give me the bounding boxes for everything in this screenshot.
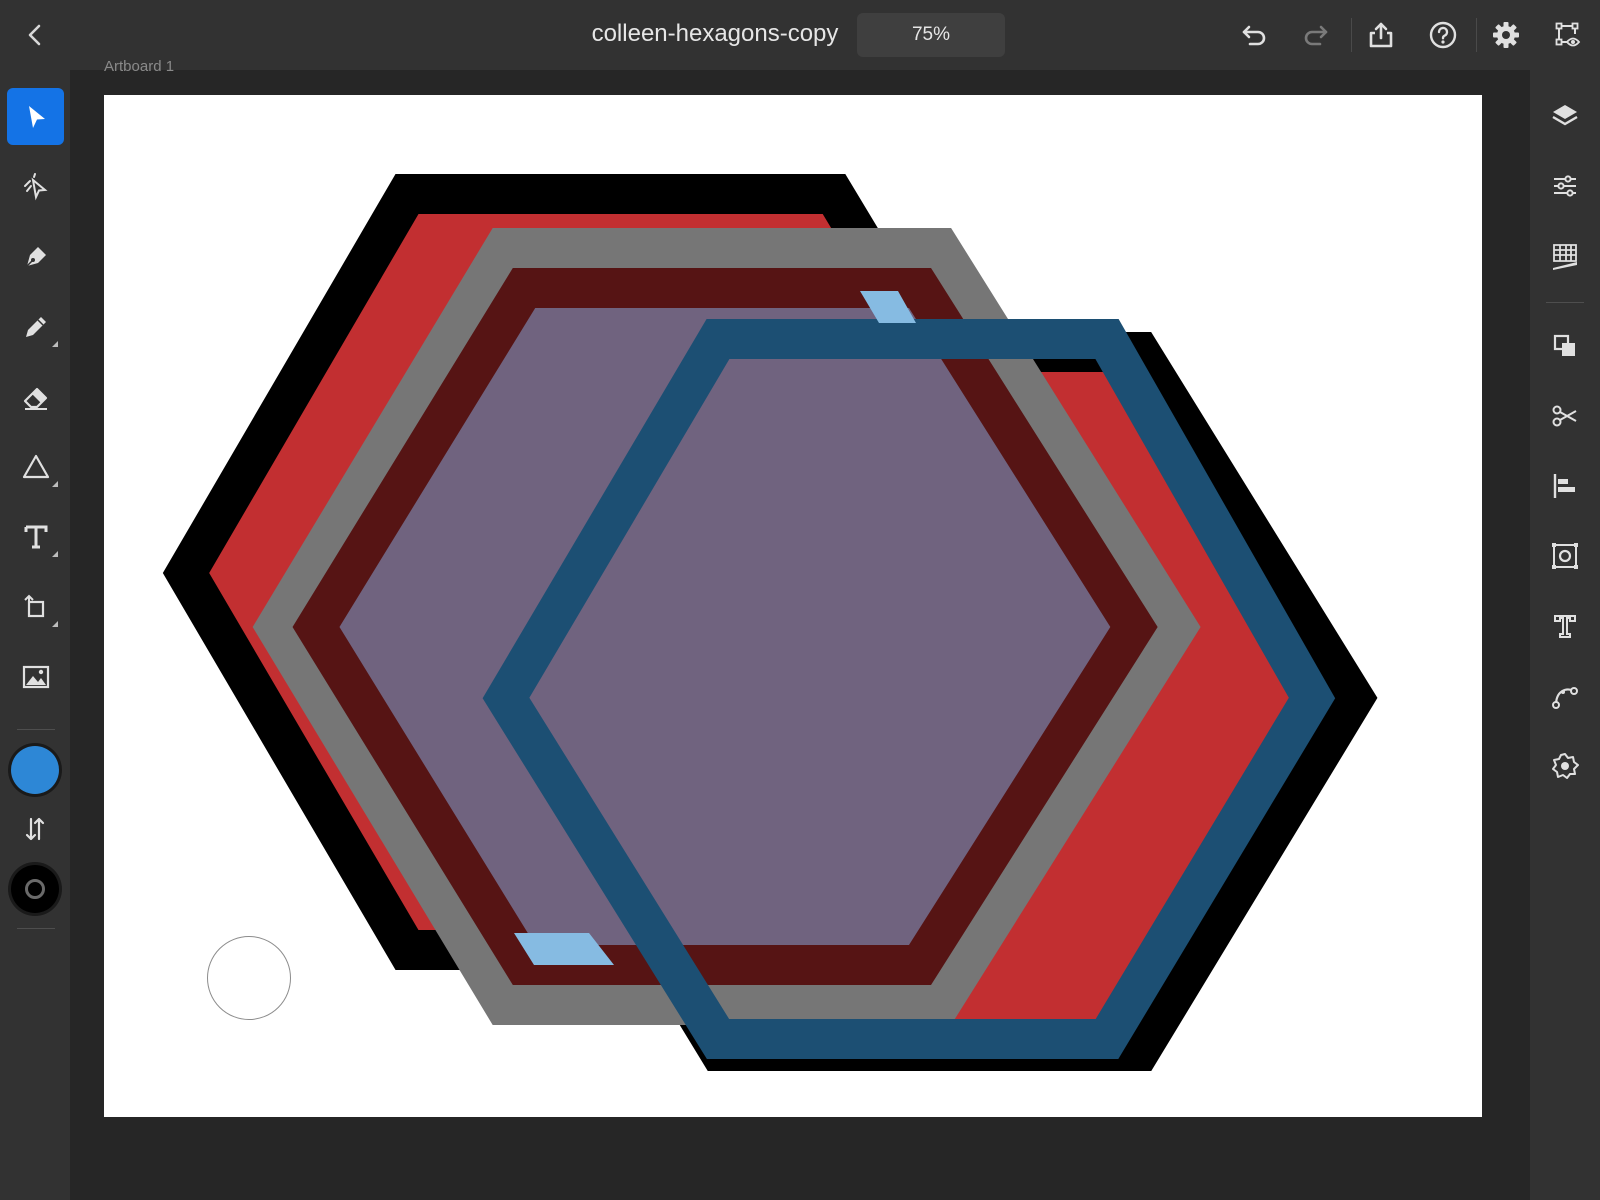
shape-tool[interactable] bbox=[7, 438, 64, 495]
text-t-icon bbox=[24, 525, 47, 548]
path-edit-button[interactable] bbox=[1544, 675, 1586, 717]
pen-tool[interactable] bbox=[7, 228, 64, 285]
plugins-button[interactable] bbox=[1544, 745, 1586, 787]
fill-color-swatch[interactable] bbox=[11, 746, 59, 794]
toolbar-divider bbox=[1476, 18, 1477, 52]
submenu-indicator bbox=[52, 551, 58, 557]
redo-button[interactable] bbox=[1298, 16, 1336, 54]
swap-colors-button[interactable] bbox=[18, 812, 52, 846]
pencil-tool[interactable] bbox=[7, 298, 64, 355]
arrow-pointer-icon bbox=[28, 105, 45, 128]
tools-divider bbox=[17, 729, 55, 730]
stroke-ring bbox=[25, 879, 45, 899]
type-properties-button[interactable] bbox=[1544, 605, 1586, 647]
artboard[interactable] bbox=[104, 95, 1482, 1117]
properties-panel-button[interactable] bbox=[1544, 165, 1586, 207]
undo-icon bbox=[1242, 25, 1266, 46]
plugin-gear-icon bbox=[1552, 753, 1579, 779]
document-title[interactable]: colleen-hexagons-copy bbox=[580, 20, 850, 48]
crop-transform-icon bbox=[23, 594, 44, 617]
undo-button[interactable] bbox=[1234, 16, 1272, 54]
preview-button[interactable] bbox=[1549, 16, 1587, 54]
transform-tool[interactable] bbox=[7, 578, 64, 635]
help-button[interactable] bbox=[1424, 16, 1462, 54]
grid-panel-button[interactable] bbox=[1544, 235, 1586, 277]
eraser-icon bbox=[23, 387, 47, 410]
settings-button[interactable] bbox=[1487, 16, 1525, 54]
align-panel-button[interactable] bbox=[1544, 465, 1586, 507]
pen-nib-icon bbox=[25, 246, 46, 267]
combine-shapes-button[interactable] bbox=[1544, 325, 1586, 367]
panels-divider bbox=[1546, 302, 1584, 303]
submenu-indicator bbox=[52, 481, 58, 487]
submenu-indicator bbox=[52, 621, 58, 627]
share-icon bbox=[1369, 22, 1393, 48]
eraser-tool[interactable] bbox=[7, 368, 64, 425]
share-button[interactable] bbox=[1362, 16, 1400, 54]
swap-arrows-icon bbox=[25, 817, 45, 841]
stroke-color-swatch[interactable] bbox=[11, 865, 59, 913]
toolbar-divider bbox=[1351, 18, 1352, 52]
pencil-icon bbox=[25, 316, 46, 337]
boolean-shapes-icon bbox=[1553, 334, 1575, 356]
artboard-label[interactable]: Artboard 1 bbox=[104, 60, 174, 74]
tools-divider bbox=[17, 928, 55, 929]
chevron-left-icon bbox=[28, 24, 41, 46]
artwork bbox=[162, 174, 1378, 1071]
direct-select-icon bbox=[23, 172, 48, 200]
layers-icon bbox=[1552, 105, 1578, 126]
scissors-icon bbox=[1552, 405, 1577, 427]
image-icon bbox=[22, 665, 49, 688]
direct-select-tool[interactable] bbox=[7, 158, 64, 215]
zoom-level-button[interactable]: 75% bbox=[857, 13, 1005, 57]
align-left-icon bbox=[1553, 474, 1575, 498]
layers-panel-button[interactable] bbox=[1544, 95, 1586, 137]
preview-eye-icon bbox=[1555, 22, 1581, 47]
top-toolbar: colleen-hexagons-copy 75% bbox=[0, 0, 1600, 70]
help-icon bbox=[1429, 21, 1457, 49]
cut-button[interactable] bbox=[1544, 395, 1586, 437]
text-box-icon bbox=[1554, 615, 1576, 638]
type-tool[interactable] bbox=[7, 508, 64, 565]
panels-sidebar bbox=[1530, 70, 1600, 1200]
select-tool[interactable] bbox=[7, 88, 64, 145]
image-tool[interactable] bbox=[7, 648, 64, 705]
repeat-shape-icon bbox=[1552, 543, 1578, 569]
redo-icon bbox=[1304, 25, 1328, 46]
bezier-path-icon bbox=[1552, 687, 1578, 709]
grid-ruler-icon bbox=[1553, 244, 1577, 270]
repeat-grid-button[interactable] bbox=[1544, 535, 1586, 577]
back-button[interactable] bbox=[18, 18, 52, 52]
gear-icon bbox=[1493, 22, 1519, 48]
tools-sidebar bbox=[0, 70, 70, 1200]
submenu-indicator bbox=[52, 341, 58, 347]
touch-shortcut-button[interactable] bbox=[207, 936, 291, 1020]
sliders-icon bbox=[1554, 175, 1576, 197]
triangle-icon bbox=[22, 454, 49, 478]
